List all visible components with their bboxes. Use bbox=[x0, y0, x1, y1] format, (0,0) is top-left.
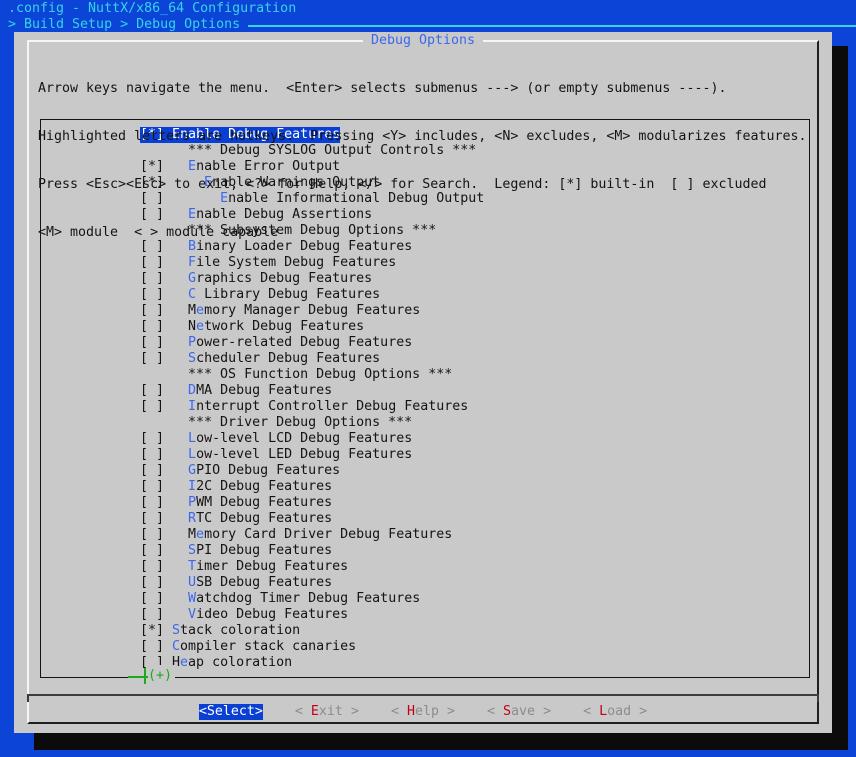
exit-button[interactable]: < Exit > bbox=[295, 704, 359, 720]
menu-item[interactable]: [ ] DMA Debug Features bbox=[41, 383, 809, 399]
hotkey-letter: S bbox=[188, 543, 196, 558]
menu-item[interactable]: [ ] Low-level LED Debug Features bbox=[41, 447, 809, 463]
hotkey-letter: e bbox=[196, 303, 204, 318]
app-title: .config - NuttX/x86_64 Configuration bbox=[8, 1, 296, 17]
hotkey-letter: S bbox=[188, 351, 196, 366]
scroll-more-indicator: (+) bbox=[148, 665, 175, 687]
hotkey-letter: L bbox=[188, 431, 196, 446]
hotkey-letter: C bbox=[188, 287, 196, 302]
hotkey-letter: e bbox=[196, 319, 204, 334]
menu-item[interactable]: [ ] Memory Card Driver Debug Features bbox=[41, 527, 809, 543]
debug-options-dialog: Debug Options Arrow keys navigate the me… bbox=[14, 32, 832, 733]
menu-item[interactable]: [ ] SPI Debug Features bbox=[41, 543, 809, 559]
hotkey-letter: I bbox=[188, 479, 196, 494]
help-line: Press <Esc><Esc> to exit, <?> for Help, … bbox=[38, 177, 807, 193]
help-line: Arrow keys navigate the menu. <Enter> se… bbox=[38, 81, 807, 97]
hotkey-letter: L bbox=[188, 447, 196, 462]
menu-item[interactable]: [*] Stack coloration bbox=[41, 623, 809, 639]
hotkey-letter: e bbox=[196, 527, 204, 542]
hotkey-letter: E bbox=[311, 704, 319, 719]
load-button[interactable]: < Load > bbox=[583, 704, 647, 720]
hotkey-letter: U bbox=[188, 575, 196, 590]
select-button[interactable]: <Select> bbox=[199, 704, 263, 720]
hotkey-letter: P bbox=[188, 495, 196, 510]
menu-item[interactable]: [ ] Low-level LCD Debug Features bbox=[41, 431, 809, 447]
dialog-title: Debug Options bbox=[363, 33, 483, 49]
menu-item[interactable]: [ ] Video Debug Features bbox=[41, 607, 809, 623]
help-line: <M> module < > module capable bbox=[38, 225, 807, 241]
menu-item[interactable]: [ ] C Library Debug Features bbox=[41, 287, 809, 303]
hotkey-letter: G bbox=[188, 271, 196, 286]
menu-item[interactable]: [ ] Memory Manager Debug Features bbox=[41, 303, 809, 319]
terminal-screen: .config - NuttX/x86_64 Configuration > B… bbox=[0, 0, 856, 757]
hotkey-letter: H bbox=[407, 704, 415, 719]
hotkey-letter: e bbox=[180, 655, 188, 670]
hotkey-letter: S bbox=[503, 704, 511, 719]
menu-item[interactable]: [ ] Network Debug Features bbox=[41, 319, 809, 335]
menu-item[interactable]: [ ] Graphics Debug Features bbox=[41, 271, 809, 287]
hotkey-letter: V bbox=[188, 607, 196, 622]
help-text: Arrow keys navigate the menu. <Enter> se… bbox=[38, 49, 807, 273]
scroll-more-tick bbox=[144, 668, 146, 684]
menu-item[interactable]: [ ] Scheduler Debug Features bbox=[41, 351, 809, 367]
hotkey-letter: W bbox=[188, 591, 196, 606]
menu-item[interactable]: [ ] Compiler stack canaries bbox=[41, 639, 809, 655]
menu-item[interactable]: [ ] USB Debug Features bbox=[41, 575, 809, 591]
hotkey-letter: C bbox=[172, 639, 180, 654]
menu-item[interactable]: [ ] Interrupt Controller Debug Features bbox=[41, 399, 809, 415]
menu-item[interactable]: [ ] Power-related Debug Features bbox=[41, 335, 809, 351]
menu-separator: *** OS Function Debug Options *** bbox=[41, 367, 809, 383]
menu-item[interactable]: [ ] Watchdog Timer Debug Features bbox=[41, 591, 809, 607]
breadcrumb-rule bbox=[248, 25, 856, 27]
hotkey-letter: P bbox=[188, 335, 196, 350]
button-separator bbox=[27, 694, 819, 696]
menu-item[interactable]: [ ] GPIO Debug Features bbox=[41, 463, 809, 479]
hotkey-letter: S bbox=[172, 623, 180, 638]
help-line: Highlighted letters are hotkeys. Pressin… bbox=[38, 129, 807, 145]
hotkey-letter: L bbox=[599, 704, 607, 719]
menu-item[interactable]: [ ] Timer Debug Features bbox=[41, 559, 809, 575]
menu-separator: *** Driver Debug Options *** bbox=[41, 415, 809, 431]
menu-item[interactable]: [ ] I2C Debug Features bbox=[41, 479, 809, 495]
hotkey-letter: D bbox=[188, 383, 196, 398]
hotkey-letter: G bbox=[188, 463, 196, 478]
breadcrumb: > Build Setup > Debug Options bbox=[8, 17, 240, 33]
help-button[interactable]: < Help > bbox=[391, 704, 455, 720]
button-row: <Select> < Exit > < Help > < Save > < Load > bbox=[14, 704, 832, 720]
save-button[interactable]: < Save > bbox=[487, 704, 551, 720]
menu-item[interactable]: [ ] PWM Debug Features bbox=[41, 495, 809, 511]
menu-item[interactable]: [ ] RTC Debug Features bbox=[41, 511, 809, 527]
hotkey-letter: I bbox=[188, 399, 196, 414]
hotkey-letter: T bbox=[188, 559, 196, 574]
hotkey-letter: R bbox=[188, 511, 196, 526]
